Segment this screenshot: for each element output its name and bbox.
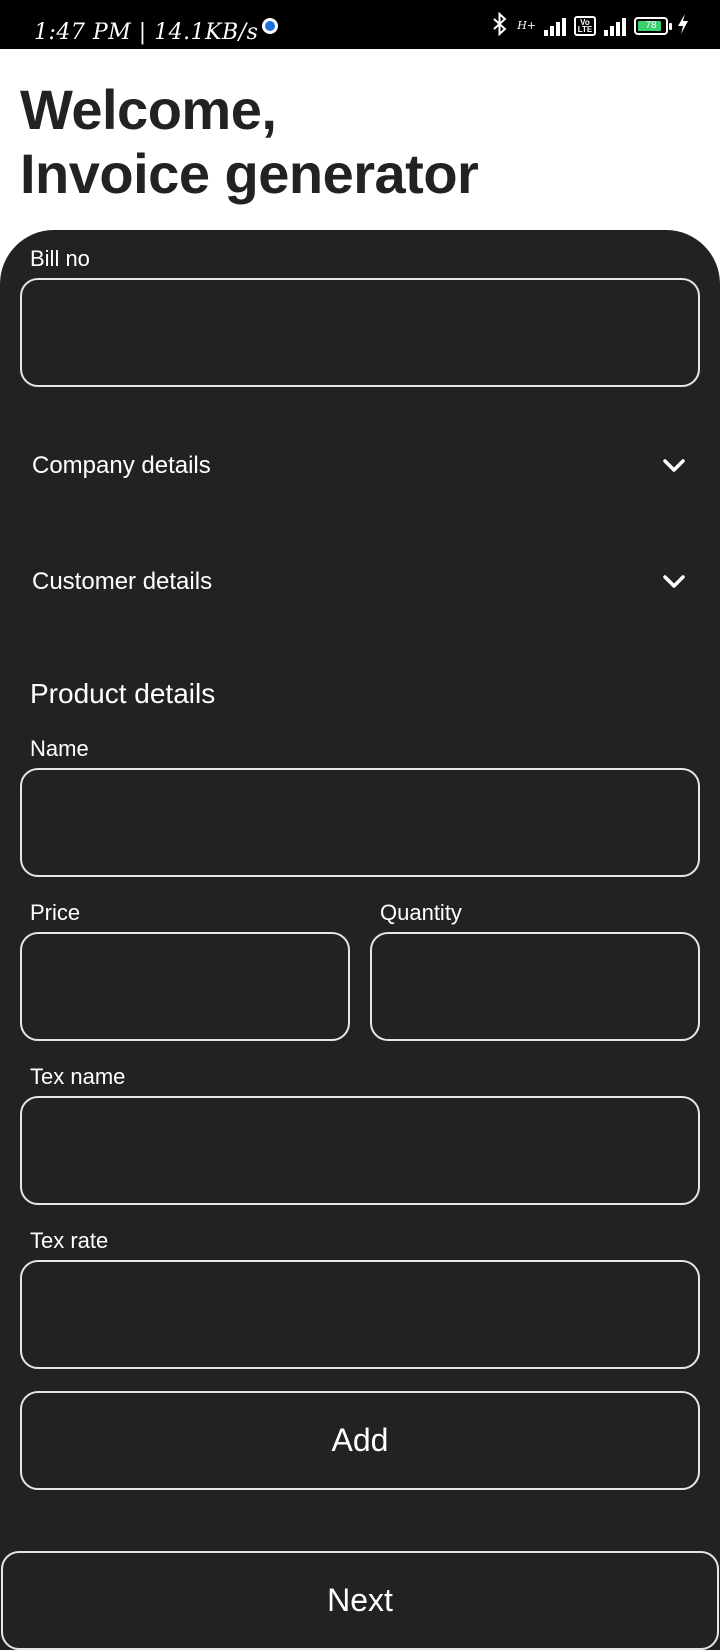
network-type: H+ bbox=[517, 19, 536, 32]
product-name-label: Name bbox=[30, 736, 89, 761]
price-label: Price bbox=[30, 900, 81, 925]
product-details-title: Product details bbox=[30, 678, 216, 709]
tax-name-label: Tex name bbox=[30, 1064, 126, 1089]
status-bar: 1:47 PM | 14.1KB/s H+ Vo LTE 78 bbox=[0, 0, 720, 49]
price-input[interactable] bbox=[20, 932, 350, 1041]
product-name-input[interactable] bbox=[20, 768, 700, 877]
status-time-speed: 1:47 PM | 14.1KB/s bbox=[34, 20, 259, 45]
quantity-input[interactable] bbox=[370, 932, 700, 1041]
tax-name-input[interactable] bbox=[20, 1096, 700, 1205]
volte-icon: Vo LTE bbox=[574, 16, 596, 36]
tax-rate-label: Tex rate bbox=[30, 1228, 109, 1253]
bluetooth-icon bbox=[491, 11, 509, 41]
customer-details-label: Customer details bbox=[32, 568, 213, 595]
welcome-line: Welcome, bbox=[20, 78, 277, 141]
battery-level: 78 bbox=[645, 20, 657, 31]
signal-strength-icon bbox=[544, 16, 566, 36]
signal-strength-icon-2 bbox=[604, 16, 626, 36]
welcome-heading: Welcome, Invoice generator bbox=[20, 78, 479, 206]
chevron-down-icon bbox=[660, 568, 688, 596]
bill-no-label: Bill no bbox=[30, 246, 90, 271]
chevron-down-icon bbox=[660, 452, 688, 480]
next-button[interactable]: Next bbox=[1, 1551, 719, 1650]
form-panel: Bill no Company details Customer details… bbox=[0, 230, 720, 1650]
app-title: Invoice generator bbox=[20, 142, 479, 205]
quantity-label: Quantity bbox=[380, 900, 462, 925]
customer-details-expander[interactable]: Customer details bbox=[20, 542, 700, 622]
add-product-button[interactable]: Add bbox=[20, 1391, 700, 1490]
tax-rate-input[interactable] bbox=[20, 1260, 700, 1369]
notification-bubble-icon bbox=[262, 18, 278, 34]
company-details-label: Company details bbox=[32, 452, 211, 479]
battery-icon: 78 bbox=[634, 17, 672, 35]
lightning-icon bbox=[676, 13, 690, 40]
company-details-expander[interactable]: Company details bbox=[20, 426, 700, 506]
bill-no-input[interactable] bbox=[20, 278, 700, 387]
status-icons: H+ Vo LTE 78 bbox=[491, 11, 690, 41]
